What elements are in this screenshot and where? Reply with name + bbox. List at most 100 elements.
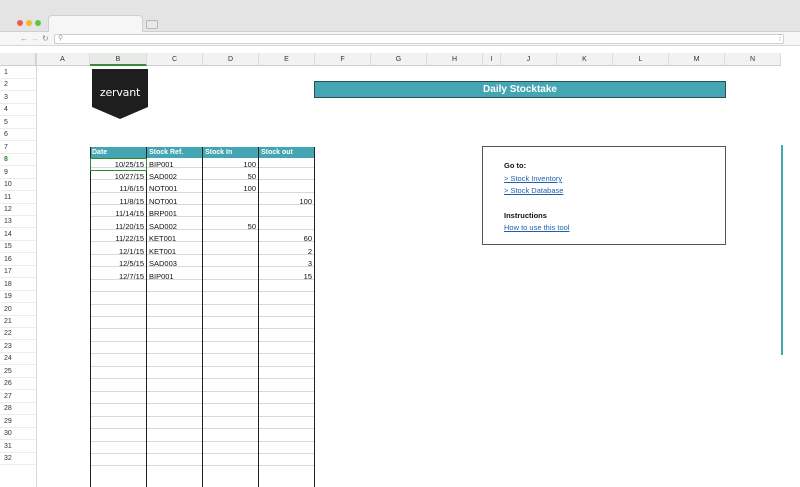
forward-arrow-icon[interactable]: → — [31, 33, 39, 45]
row-header-8[interactable]: 8 — [0, 154, 36, 167]
header-date[interactable]: Date — [90, 147, 146, 158]
column-header-c[interactable]: C — [147, 53, 203, 66]
new-tab-button[interactable] — [146, 20, 158, 29]
cell-stock-ref[interactable]: BIP001 — [147, 271, 202, 283]
cell-date[interactable]: 11/8/15 — [90, 196, 146, 208]
row-header-1[interactable]: 1 — [0, 67, 36, 79]
cell-date[interactable]: 12/7/15 — [90, 271, 146, 283]
cell-stock-ref[interactable]: SAD003 — [147, 258, 202, 270]
row-header-14[interactable]: 14 — [0, 228, 36, 241]
column-header-i[interactable]: I — [483, 53, 501, 66]
column-header-n[interactable]: N — [725, 53, 781, 66]
browser-tab[interactable] — [48, 15, 143, 32]
row-header-3[interactable]: 3 — [0, 91, 36, 104]
row-header-16[interactable]: 16 — [0, 253, 36, 266]
cell-stock-ref[interactable]: NOT001 — [147, 183, 202, 195]
row-header-21[interactable]: 21 — [0, 316, 36, 328]
minimize-window-icon[interactable] — [26, 20, 32, 26]
row-header-5[interactable]: 5 — [0, 116, 36, 129]
cell-date[interactable]: 11/22/15 — [90, 233, 146, 245]
cell-stock-in[interactable] — [203, 196, 258, 208]
cell-stock-in[interactable]: 100 — [203, 159, 258, 171]
cell-stock-in[interactable] — [203, 246, 258, 258]
cell-stock-ref[interactable]: BIP001 — [147, 159, 202, 171]
cell-stock-in[interactable] — [203, 208, 258, 220]
row-header-13[interactable]: 13 — [0, 216, 36, 229]
cell-stock-out[interactable] — [259, 171, 314, 183]
row-header-17[interactable]: 17 — [0, 266, 36, 279]
row-header-24[interactable]: 24 — [0, 353, 36, 366]
column-header-g[interactable]: G — [371, 53, 427, 66]
row-header-12[interactable]: 12 — [0, 203, 36, 216]
spreadsheet[interactable]: ABCDEFGHIJKLMN 1 2 3 4 5 6 7 8 9 10 11 12 13 14 15 16 17… — [0, 51, 800, 487]
row-header-22[interactable]: 22 — [0, 328, 36, 341]
cell-date[interactable]: 12/1/15 — [90, 246, 146, 258]
link-how-to-use[interactable]: How to use this tool — [504, 223, 569, 232]
cell-stock-ref[interactable]: SAD002 — [147, 171, 202, 183]
select-all-corner[interactable] — [0, 53, 36, 66]
row-header-6[interactable]: 6 — [0, 129, 36, 142]
row-header-2[interactable]: 2 — [0, 79, 36, 92]
cell-stock-in[interactable] — [203, 233, 258, 245]
cell-stock-out[interactable] — [259, 221, 314, 233]
cell-stock-out[interactable]: 2 — [259, 246, 314, 258]
cell-stock-ref[interactable]: NOT001 — [147, 196, 202, 208]
column-header-b[interactable]: B — [90, 53, 147, 66]
cell-stock-out[interactable] — [259, 183, 314, 195]
cell-stock-ref[interactable]: KET001 — [147, 233, 202, 245]
row-header-7[interactable]: 7 — [0, 141, 36, 154]
reload-icon[interactable]: ↻ — [42, 33, 49, 45]
row-header-4[interactable]: 4 — [0, 104, 36, 117]
maximize-window-icon[interactable] — [35, 20, 41, 26]
row-header-18[interactable]: 18 — [0, 278, 36, 291]
browser-menu-icon[interactable]: ⋮ — [776, 33, 784, 42]
address-bar[interactable]: ⚲ — [54, 34, 784, 44]
row-header-19[interactable]: 19 — [0, 291, 36, 304]
row-header-30[interactable]: 30 — [0, 428, 36, 441]
cell-stock-out[interactable]: 15 — [259, 271, 314, 283]
cell-stock-in[interactable] — [203, 271, 258, 283]
row-header-11[interactable]: 11 — [0, 191, 36, 204]
row-header-31[interactable]: 31 — [0, 440, 36, 453]
column-header-f[interactable]: F — [315, 53, 371, 66]
column-header-e[interactable]: E — [259, 53, 315, 66]
column-header-k[interactable]: K — [557, 53, 613, 66]
column-header-d[interactable]: D — [203, 53, 259, 66]
row-header-9[interactable]: 9 — [0, 166, 36, 179]
cell-stock-out[interactable]: 60 — [259, 233, 314, 245]
header-stock-out[interactable]: Stock out — [259, 147, 314, 158]
cell-date[interactable]: 12/5/15 — [90, 258, 146, 270]
link-stock-inventory[interactable]: > Stock Inventory — [504, 174, 562, 183]
cell-stock-in[interactable] — [203, 258, 258, 270]
cell-date[interactable]: 11/14/15 — [90, 208, 146, 220]
cell-stock-out[interactable] — [259, 159, 314, 171]
row-header-26[interactable]: 26 — [0, 378, 36, 391]
cell-stock-ref[interactable]: BRP001 — [147, 208, 202, 220]
cell-stock-ref[interactable]: SAD002 — [147, 221, 202, 233]
column-header-l[interactable]: L — [613, 53, 669, 66]
header-stock-ref[interactable]: Stock Ref. — [147, 147, 202, 158]
column-header-h[interactable]: H — [427, 53, 483, 66]
vertical-scrollbar[interactable] — [781, 145, 783, 355]
row-header-10[interactable]: 10 — [0, 179, 36, 192]
cell-stock-out[interactable]: 100 — [259, 196, 314, 208]
back-arrow-icon[interactable]: ← — [20, 33, 28, 45]
cell-stock-ref[interactable]: KET001 — [147, 246, 202, 258]
cell-stock-in[interactable]: 100 — [203, 183, 258, 195]
cell-stock-out[interactable] — [259, 208, 314, 220]
column-header-a[interactable]: A — [36, 53, 90, 66]
cell-date[interactable]: 10/27/15 — [90, 171, 146, 183]
cell-stock-in[interactable]: 50 — [203, 221, 258, 233]
row-header-28[interactable]: 28 — [0, 403, 36, 416]
link-stock-database[interactable]: > Stock Database — [504, 186, 563, 195]
row-header-25[interactable]: 25 — [0, 365, 36, 378]
column-header-m[interactable]: M — [669, 53, 725, 66]
cell-stock-in[interactable]: 50 — [203, 171, 258, 183]
row-header-15[interactable]: 15 — [0, 241, 36, 254]
cell-date[interactable]: 11/20/15 — [90, 221, 146, 233]
row-header-32[interactable]: 32 — [0, 452, 36, 465]
row-header-20[interactable]: 20 — [0, 303, 36, 316]
row-header-23[interactable]: 23 — [0, 340, 36, 353]
cell-stock-out[interactable]: 3 — [259, 258, 314, 270]
active-cell-selection[interactable] — [90, 158, 147, 171]
